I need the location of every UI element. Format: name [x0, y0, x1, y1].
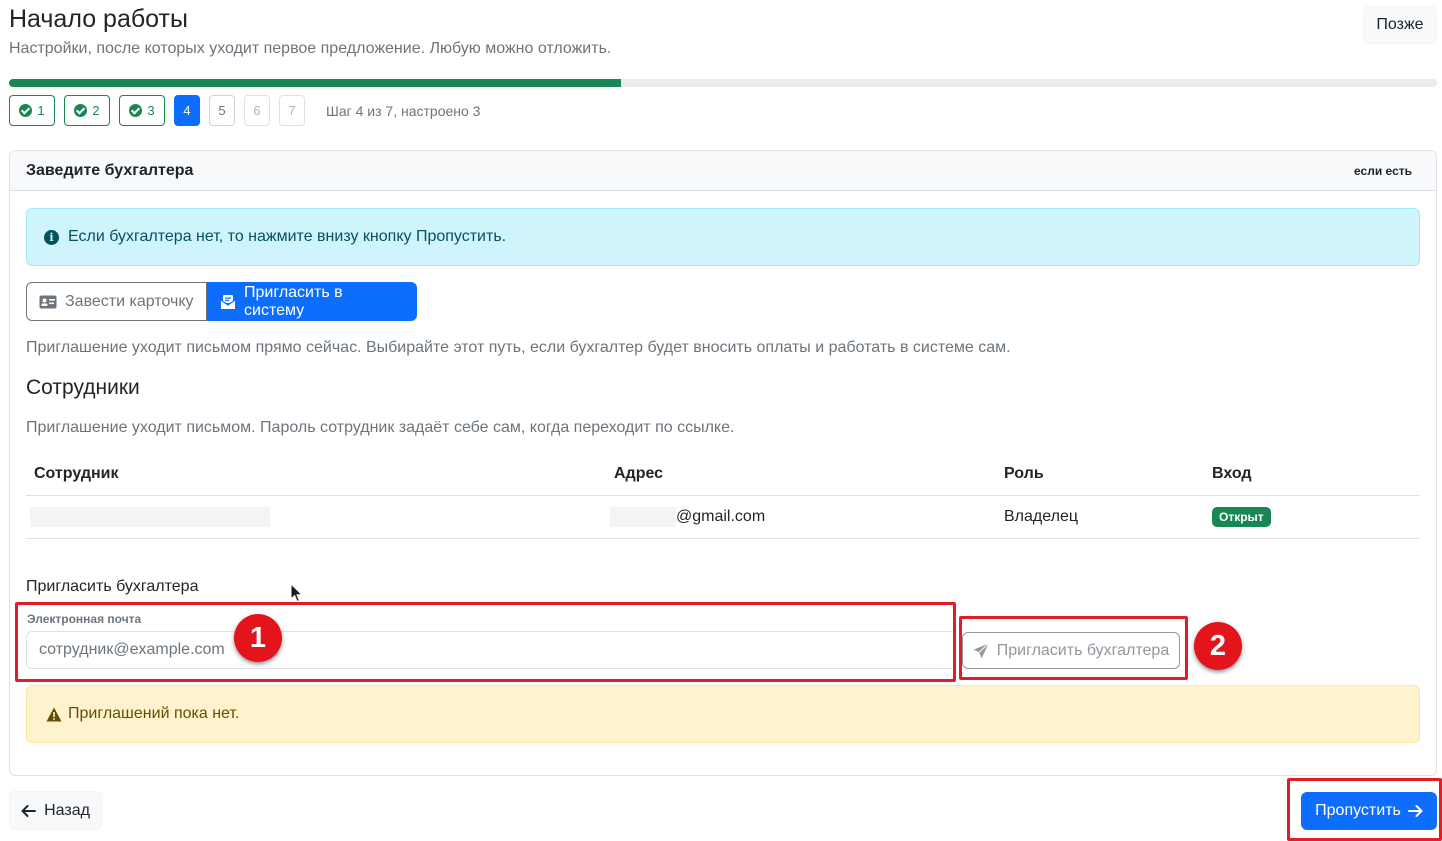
annotation-marker-2: 2: [1194, 622, 1242, 670]
warning-icon: [46, 707, 62, 722]
invite-to-system-button[interactable]: Пригласить в систему: [207, 282, 417, 321]
redacted-block: [610, 507, 676, 527]
card-header: Заведите бухгалтера если есть: [10, 151, 1436, 191]
employees-title: Сотрудники: [26, 376, 140, 399]
progress-bar-fill: [9, 79, 622, 87]
step-status-text: Шаг 4 из 7, настроено 3: [326, 102, 481, 119]
back-button[interactable]: Назад: [9, 791, 102, 830]
arrow-left-icon: [21, 804, 37, 817]
info-alert-text: Если бухгалтера нет, то нажмите внизу кн…: [68, 228, 507, 245]
invite-form-title: Пригласить бухгалтера: [26, 578, 199, 595]
info-icon: i: [44, 229, 59, 245]
page-subtitle: Настройки, после которых уходит первое п…: [9, 40, 612, 57]
step-indicator: 1 2 3 4 5 6 7 Шаг 4 из 7, настроено 3: [9, 95, 480, 126]
progress-bar: [9, 79, 1437, 87]
step-3-done[interactable]: 3: [119, 95, 165, 126]
check-icon: [19, 104, 33, 117]
check-icon: [74, 104, 88, 117]
id-card-icon: [39, 295, 57, 309]
step-1-done[interactable]: 1: [9, 95, 55, 126]
accountant-card: Заведите бухгалтера если есть i Если бух…: [9, 150, 1437, 776]
step-5[interactable]: 5: [209, 95, 235, 126]
card-title: Заведите бухгалтера: [26, 161, 194, 179]
table-header: Сотрудник Адрес Роль Вход: [26, 453, 1420, 496]
redacted-block: [30, 507, 270, 527]
send-icon: [973, 642, 989, 659]
column-header-address: Адрес: [614, 465, 664, 482]
invite-description: Приглашение уходит письмом прямо сейчас.…: [26, 339, 1011, 356]
warning-alert-text: Приглашений пока нет.: [68, 705, 240, 722]
column-header-role: Роль: [1004, 465, 1044, 482]
status-badge: Открыт: [1212, 507, 1271, 527]
step-7[interactable]: 7: [279, 95, 305, 126]
step-6[interactable]: 6: [244, 95, 270, 126]
mode-toggle: Завести карточку Пригласить в систему: [26, 282, 417, 321]
employee-role: Владелец: [1004, 508, 1079, 525]
skip-button[interactable]: Пропустить: [1301, 792, 1437, 830]
column-header-access: Вход: [1212, 465, 1252, 482]
email-field[interactable]: [26, 631, 954, 669]
step-2-done[interactable]: 2: [64, 95, 110, 126]
table-row: @gmail.com Владелец Открыт: [26, 496, 1420, 539]
annotation-marker-1: 1: [234, 614, 282, 662]
column-header-employee: Сотрудник: [34, 465, 119, 482]
envelope-open-icon: [220, 294, 236, 310]
page-title: Начало работы: [9, 5, 188, 33]
card-hint: если есть: [1354, 163, 1412, 178]
mouse-pointer-icon: [290, 583, 303, 603]
step-4-active[interactable]: 4: [174, 95, 200, 126]
employees-description: Приглашение уходит письмом. Пароль сотру…: [26, 419, 735, 436]
employee-access: Открыт: [1204, 507, 1420, 527]
info-alert: i Если бухгалтера нет, то нажмите внизу …: [26, 208, 1420, 266]
employee-name-redacted: [26, 507, 606, 527]
invite-accountant-button[interactable]: Пригласить бухгалтера: [962, 632, 1180, 669]
warning-alert: Приглашений пока нет.: [26, 685, 1420, 743]
arrow-right-icon: [1407, 805, 1423, 817]
employee-address: @gmail.com: [606, 507, 996, 527]
later-button[interactable]: Позже: [1363, 6, 1437, 44]
employees-table: Сотрудник Адрес Роль Вход @gmail.com Вла…: [26, 453, 1420, 539]
create-card-button[interactable]: Завести карточку: [26, 282, 207, 321]
email-field-label: Электронная почта: [27, 612, 142, 626]
check-icon: [129, 104, 143, 117]
